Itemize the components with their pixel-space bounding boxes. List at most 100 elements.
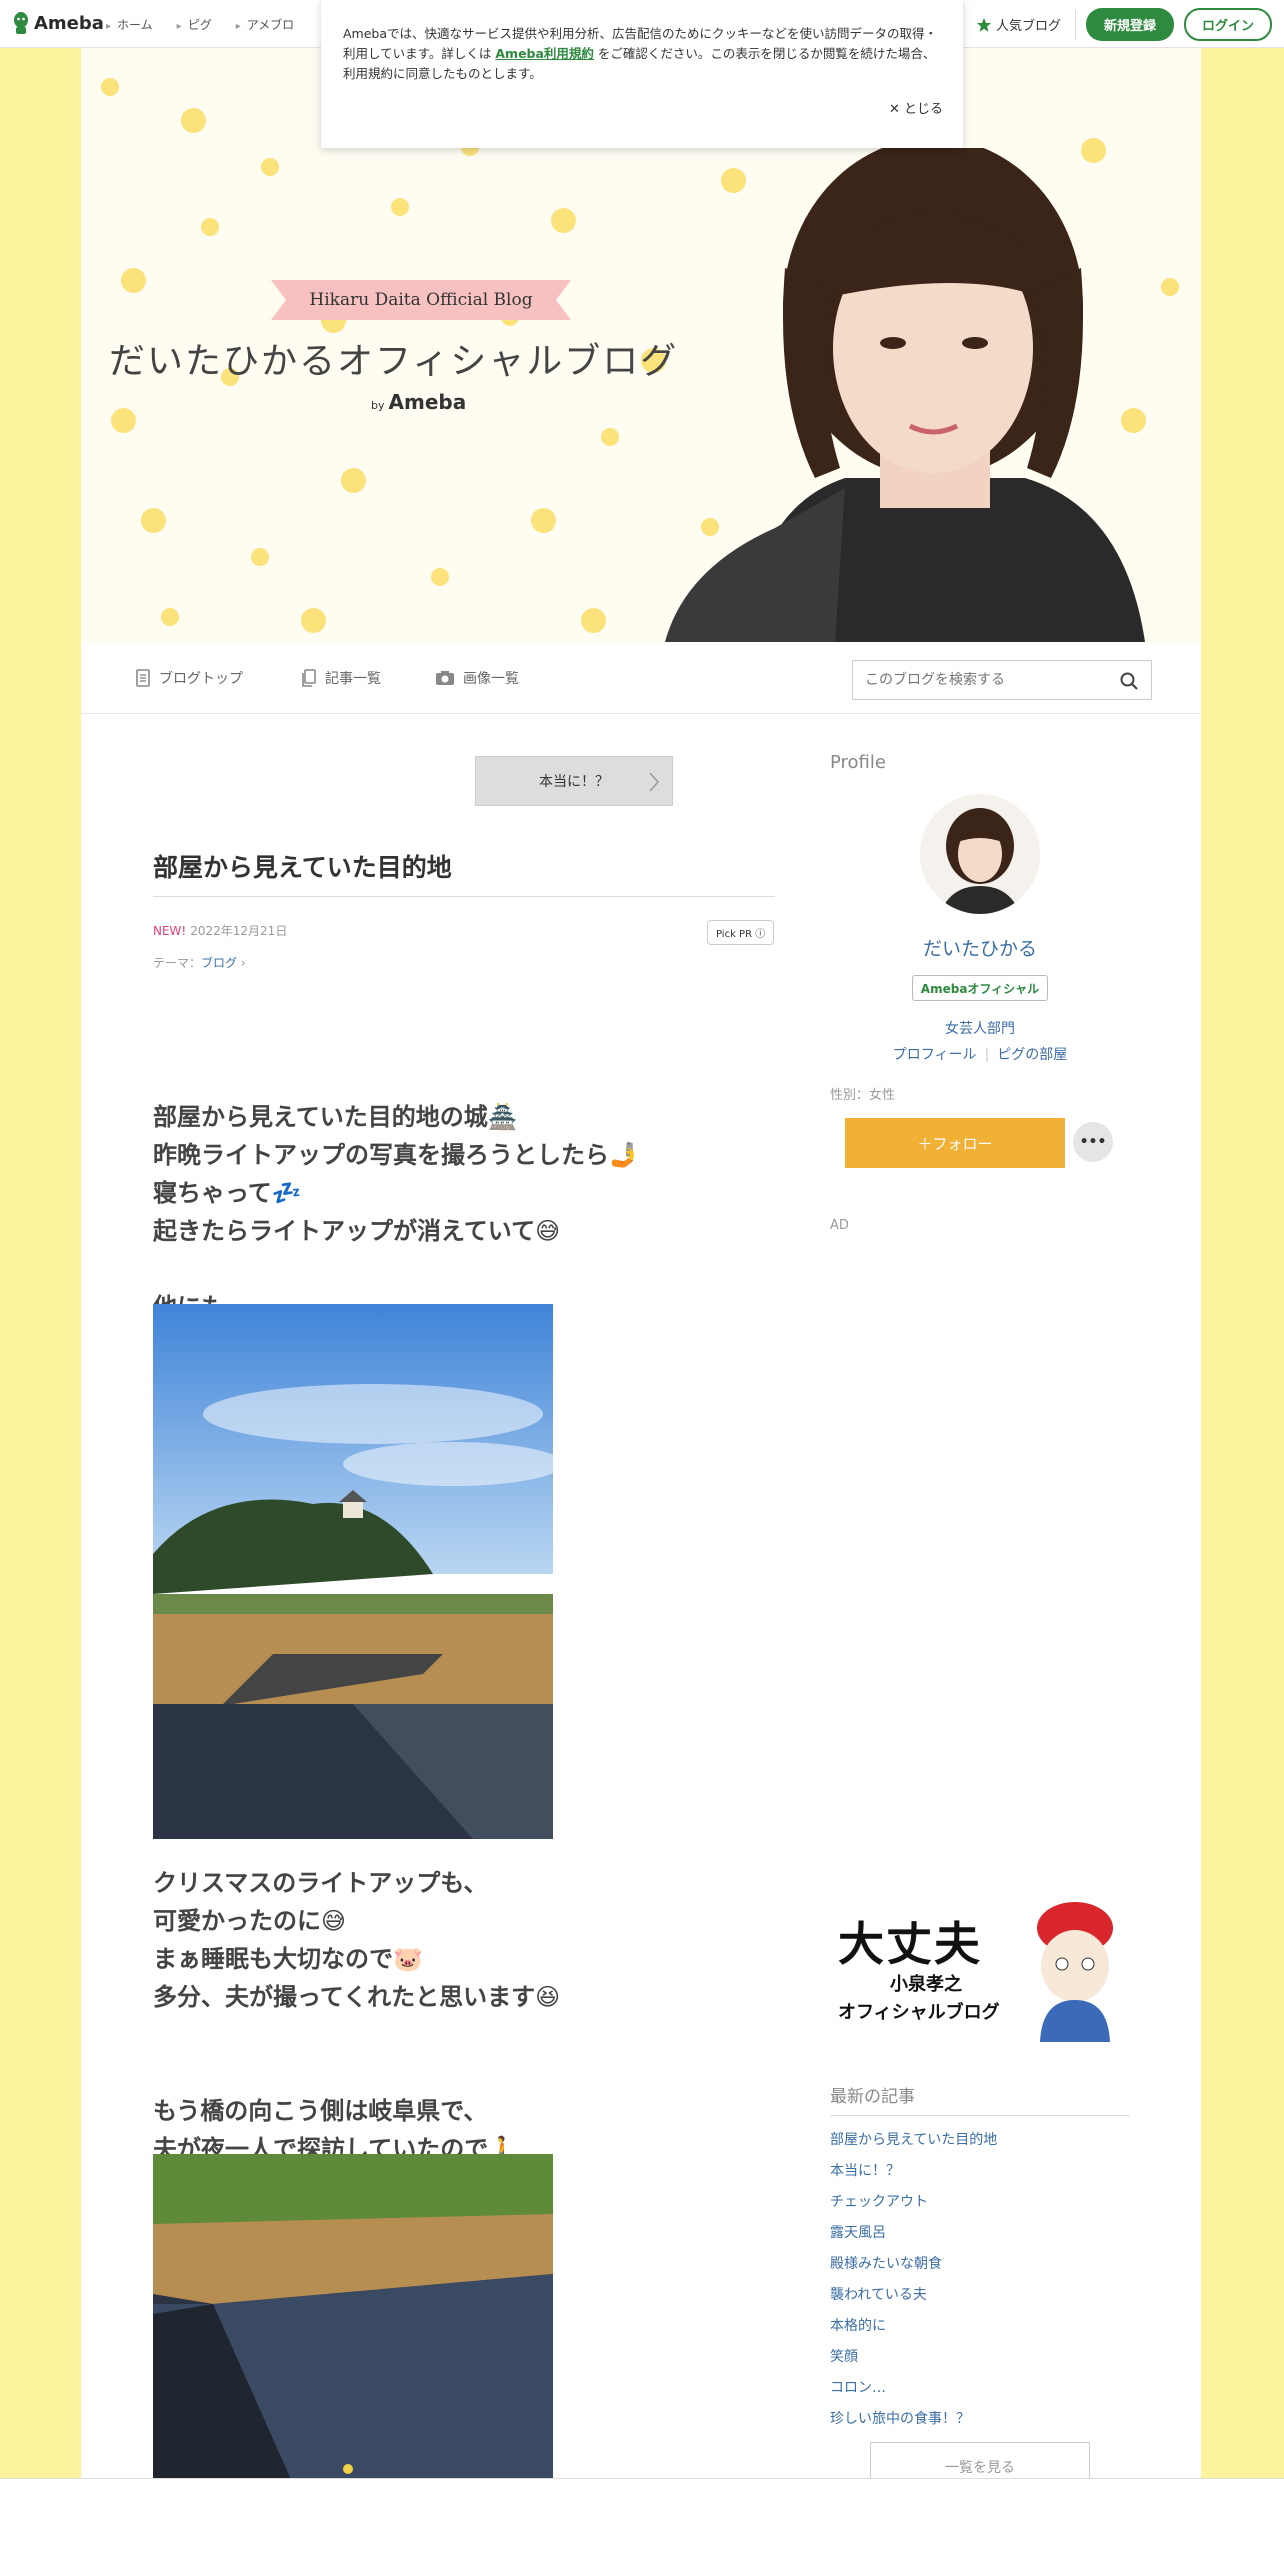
recent-article-link[interactable]: 本当に！？: [830, 2159, 997, 2190]
ameba-logo[interactable]: Ameba: [12, 10, 104, 36]
chevron-right-icon: ›: [237, 956, 246, 970]
new-badge: NEW!: [153, 924, 187, 938]
polka-dot: [301, 608, 326, 633]
polka-dot: [581, 608, 606, 633]
blog-search-input[interactable]: [853, 661, 1103, 699]
text-line: 可愛かったのに😅: [153, 1907, 347, 1935]
article-theme: テーマ：ブログ ›: [153, 954, 246, 971]
ad-subtitle-blog: オフィシャルブログ: [838, 2002, 1000, 2023]
recent-article-link[interactable]: 珍しい旅中の食事！？: [830, 2407, 997, 2438]
polka-dot: [341, 468, 366, 493]
blog-search: [852, 660, 1152, 700]
ad-title: 大丈夫: [838, 1917, 982, 1971]
pick-pr-button[interactable]: Pick PR ⓘ: [707, 920, 775, 945]
ad-subtitle-name: 小泉孝之: [890, 1974, 962, 1995]
ad-banner[interactable]: 大丈夫 小泉孝之 オフィシャルブログ: [830, 1888, 1130, 2042]
more-options-button[interactable]: •••: [1073, 1122, 1113, 1162]
by-label: by: [371, 399, 385, 412]
cookie-close-button[interactable]: ✕ とじる: [889, 100, 943, 120]
copy-icon: [302, 669, 316, 687]
blog-title: だいたひかるオフィシャルブログ: [109, 341, 679, 382]
link-separator: |: [984, 1047, 990, 1063]
popular-blog-label: 人気ブログ: [995, 19, 1061, 34]
garden-photo[interactable]: [153, 2154, 553, 2484]
top-right-actions: 人気ブログ 新規登録 ログイン: [976, 8, 1272, 41]
polka-dot: [101, 78, 119, 96]
polka-dot: [601, 428, 619, 446]
title-divider: [153, 896, 775, 897]
prev-article-button[interactable]: 本当に！？: [475, 756, 673, 806]
pig-room-link[interactable]: ピグの部屋: [997, 1047, 1067, 1063]
polka-dot: [261, 158, 279, 176]
signup-button[interactable]: 新規登録: [1085, 8, 1174, 41]
search-icon[interactable]: [1119, 671, 1139, 691]
camera-icon: [436, 671, 454, 685]
nav-ameblo[interactable]: アメブロ: [236, 16, 294, 33]
polka-dot: [111, 408, 136, 433]
nav-image-list-label: 画像一覧: [463, 671, 519, 687]
cookie-notice: Amebaでは、快適なサービス提供や利用分析、広告配信のためにクッキーなどを使い…: [321, 0, 963, 148]
logo-text: Ameba: [34, 12, 104, 34]
theme-label: テーマ：: [153, 956, 202, 970]
recent-article-link[interactable]: 笑顔: [830, 2345, 997, 2376]
recent-article-link[interactable]: 襲われている夫: [830, 2283, 997, 2314]
ameba-mascot-icon: [14, 12, 28, 34]
recent-article-link[interactable]: 部屋から見えていた目的地: [830, 2128, 997, 2159]
nav-entry-list[interactable]: 記事一覧: [301, 668, 381, 688]
header-portrait-image: [665, 148, 1145, 642]
recent-article-link[interactable]: 本格的に: [830, 2314, 997, 2345]
castle-photo[interactable]: [153, 1304, 553, 1839]
follow-button[interactable]: ＋フォロー: [845, 1118, 1065, 1168]
text-line: 起きたらライトアップが消えていて😅: [153, 1217, 561, 1245]
article-meta: NEW! 2022年12月21日: [153, 922, 287, 939]
text-line: クリスマスのライトアップも、: [153, 1869, 488, 1897]
text-line: もう橋の向こう側は岐阜県で、: [153, 2097, 488, 2125]
text-line: 昨晩ライトアップの写真を撮ろうとしたら🤳: [153, 1141, 639, 1169]
profile-avatar[interactable]: [920, 794, 1040, 914]
star-icon: [976, 17, 991, 32]
recent-articles-list: 部屋から見えていた目的地 本当に！？ チェックアウト 露天風呂 殿様みたいな朝食…: [830, 2128, 997, 2438]
genre-link[interactable]: 女芸人部門: [830, 1018, 1130, 1038]
text-line: 部屋から見えていた目的地の城🏯: [153, 1103, 518, 1131]
chevron-right-icon: [649, 772, 660, 792]
popular-blog-link[interactable]: 人気ブログ: [976, 9, 1076, 40]
profile-heading: Profile: [830, 752, 886, 773]
nav-image-list[interactable]: 画像一覧: [435, 668, 519, 688]
terms-link[interactable]: Ameba利用規約: [495, 46, 594, 61]
text-line: 寝ちゃって💤: [153, 1179, 302, 1207]
profile-link[interactable]: プロフィール: [893, 1047, 977, 1063]
polka-dot: [551, 208, 576, 233]
bottom-bar: [0, 2478, 1284, 2568]
document-icon: [136, 669, 150, 687]
recent-article-link[interactable]: コロン…: [830, 2376, 997, 2407]
nav-blog-top-label: ブログトップ: [159, 671, 243, 687]
nav-blog-top[interactable]: ブログトップ: [135, 668, 243, 688]
gender-info: 性別：女性: [830, 1088, 896, 1103]
text-line: 多分、夫が撮ってくれたと思います😆: [153, 1983, 561, 2011]
nav-pigg[interactable]: ピグ: [177, 16, 212, 33]
top-nav: ホーム ピグ アメブロ: [106, 16, 294, 33]
recent-article-link[interactable]: 殿様みたいな朝食: [830, 2252, 997, 2283]
theme-link[interactable]: ブログ: [201, 956, 237, 970]
article-title: 部屋から見えていた目的地: [153, 853, 452, 882]
login-button[interactable]: ログイン: [1183, 8, 1272, 41]
article-date: 2022年12月21日: [190, 924, 288, 938]
article-paragraph-1: 部屋から見えていた目的地の城🏯 昨晩ライトアップの写真を撮ろうとしたら🤳 寝ちゃ…: [153, 1098, 639, 1250]
polka-dot: [251, 548, 269, 566]
polka-dot: [121, 268, 146, 293]
recent-article-link[interactable]: チェックアウト: [830, 2190, 997, 2221]
recent-article-link[interactable]: 露天風呂: [830, 2221, 997, 2252]
polka-dot: [141, 508, 166, 533]
polka-dot: [181, 108, 206, 133]
ad-label: AD: [830, 1218, 849, 1233]
nav-entry-list-label: 記事一覧: [325, 671, 381, 687]
prev-article-label: 本当に！？: [539, 774, 609, 790]
ameba-brand: Ameba: [388, 390, 467, 414]
article-paragraph-3: クリスマスのライトアップも、 可愛かったのに😅 まぁ睡眠も大切なので🐷 多分、夫…: [153, 1864, 560, 2016]
by-ameba: by Ameba: [371, 390, 466, 414]
profile-name[interactable]: だいたひかる: [830, 934, 1130, 961]
main-column: Hikaru Daita Official Blog だいたひかるオフィシャルブ…: [81, 48, 1201, 2568]
official-badge: Amebaオフィシャル: [912, 975, 1048, 1001]
nav-home[interactable]: ホーム: [106, 16, 153, 33]
text-line: まぁ睡眠も大切なので🐷: [153, 1945, 423, 1973]
